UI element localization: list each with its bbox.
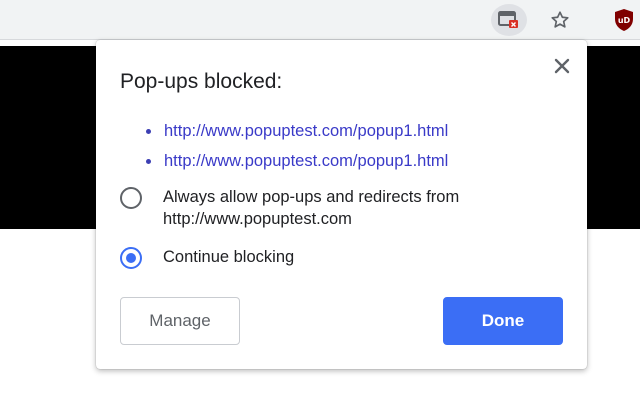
ublock-badge-text: uD bbox=[618, 16, 631, 25]
close-button[interactable] bbox=[548, 52, 576, 80]
list-item: http://www.popuptest.com/popup1.html bbox=[146, 146, 448, 176]
done-button[interactable]: Done bbox=[443, 297, 563, 345]
blocked-popup-link[interactable]: http://www.popuptest.com/popup1.html bbox=[164, 122, 448, 141]
browser-toolbar: uD bbox=[0, 0, 640, 40]
star-icon[interactable] bbox=[544, 4, 576, 36]
close-icon bbox=[554, 58, 570, 74]
manage-button[interactable]: Manage bbox=[120, 297, 240, 345]
always-allow-label-line1: Always allow pop-ups and redirects from bbox=[163, 188, 460, 206]
radio-checked-icon[interactable] bbox=[120, 247, 142, 269]
dialog-title: Pop-ups blocked: bbox=[120, 70, 283, 93]
continue-blocking-option[interactable]: Continue blocking bbox=[120, 246, 294, 269]
continue-blocking-label: Continue blocking bbox=[163, 248, 295, 266]
popup-blocked-dialog: Pop-ups blocked: http://www.popuptest.co… bbox=[96, 40, 587, 369]
bullet-icon bbox=[146, 159, 151, 164]
always-allow-option[interactable]: Always allow pop-ups and redirects from … bbox=[120, 186, 459, 230]
always-allow-label: Always allow pop-ups and redirects from … bbox=[163, 186, 459, 230]
radio-unchecked-icon[interactable] bbox=[120, 187, 142, 209]
always-allow-label-line2: http://www.popuptest.com bbox=[163, 210, 352, 228]
ublock-origin-icon[interactable]: uD bbox=[608, 4, 640, 36]
blocked-popup-link[interactable]: http://www.popuptest.com/popup1.html bbox=[164, 152, 448, 171]
bullet-icon bbox=[146, 129, 151, 134]
blocked-popup-list: http://www.popuptest.com/popup1.html htt… bbox=[146, 116, 448, 176]
popup-blocked-icon[interactable] bbox=[491, 4, 527, 36]
list-item: http://www.popuptest.com/popup1.html bbox=[146, 116, 448, 146]
